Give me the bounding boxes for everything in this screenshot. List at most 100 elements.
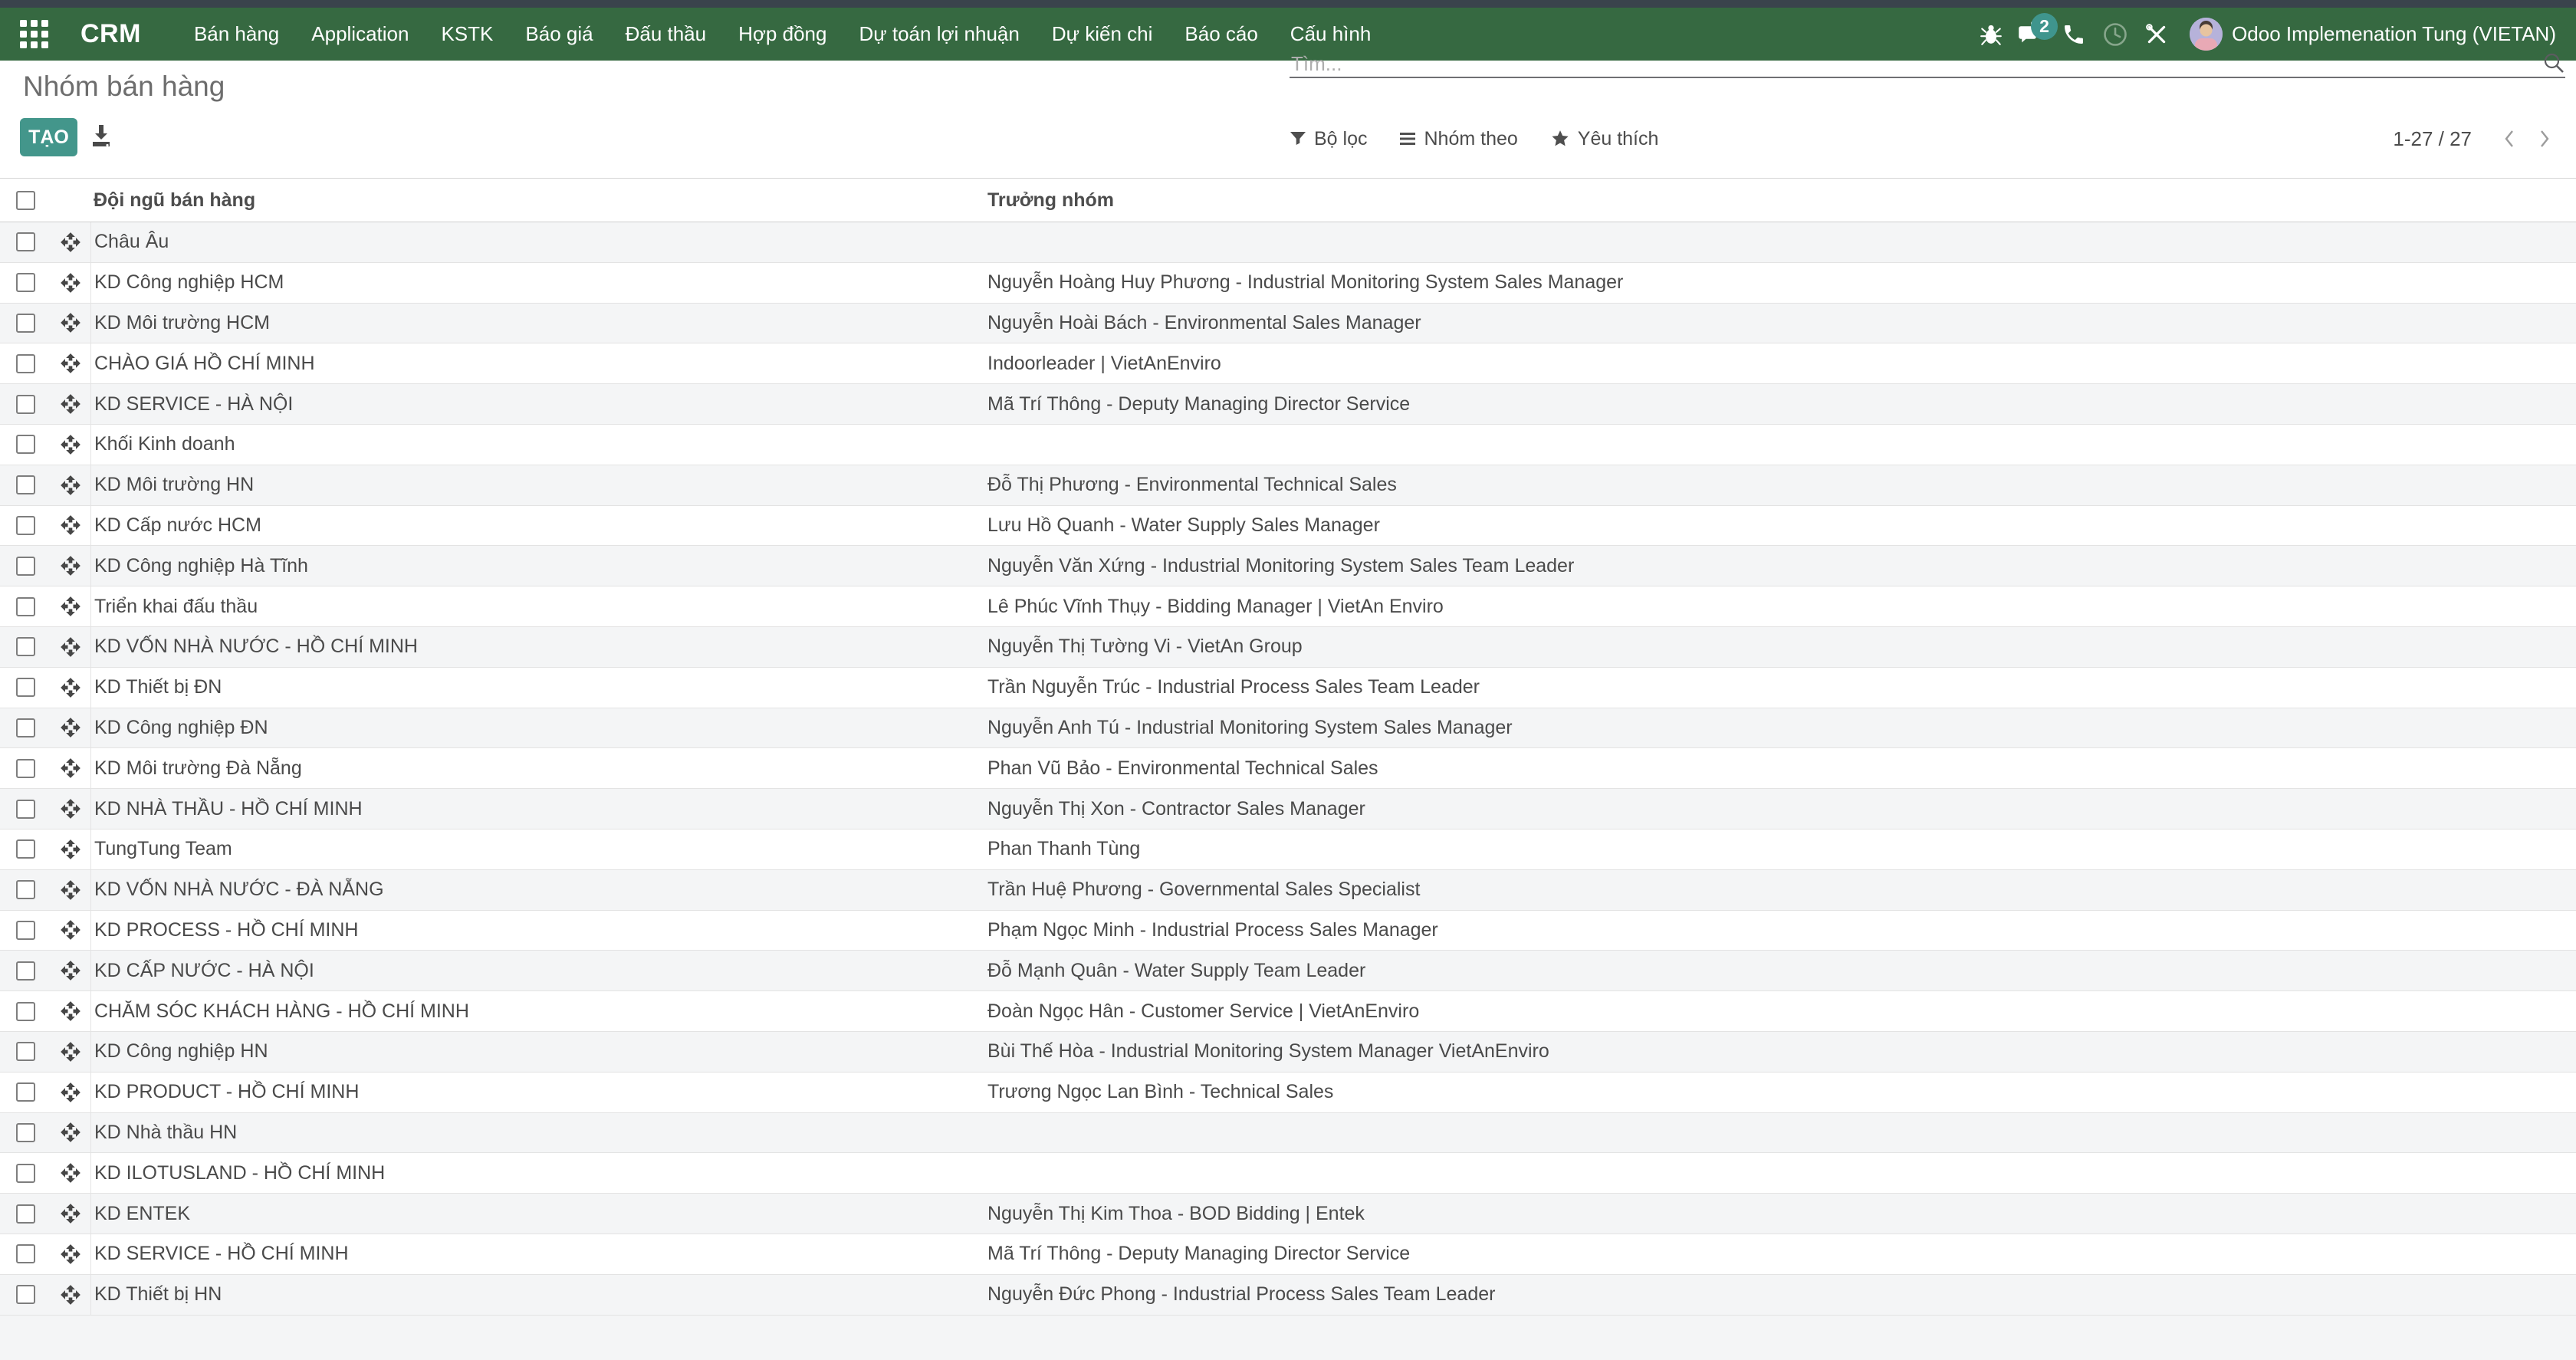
row-checkbox[interactable] — [16, 718, 35, 737]
table-row[interactable]: KD Cấp nước HCM Lưu Hồ Quanh - Water Sup… — [0, 506, 2576, 547]
drag-handle-icon[interactable] — [60, 1162, 81, 1184]
row-checkbox[interactable] — [16, 232, 35, 251]
drag-handle-icon[interactable] — [60, 434, 81, 455]
row-checkbox[interactable] — [16, 1244, 35, 1263]
row-checkbox[interactable] — [16, 475, 35, 494]
row-checkbox[interactable] — [16, 961, 35, 981]
pager-previous-icon[interactable] — [2492, 127, 2527, 150]
row-checkbox[interactable] — [16, 880, 35, 899]
drag-handle-icon[interactable] — [60, 596, 81, 617]
row-checkbox[interactable] — [16, 678, 35, 697]
drag-handle-icon[interactable] — [60, 1000, 81, 1022]
drag-handle-icon[interactable] — [60, 475, 81, 496]
table-row[interactable]: Châu Âu — [0, 222, 2576, 263]
search-icon[interactable] — [2542, 51, 2565, 74]
drag-handle-icon[interactable] — [60, 232, 81, 253]
drag-handle-icon[interactable] — [60, 839, 81, 860]
table-row[interactable]: KD Công nghiệp ĐN Nguyễn Anh Tú - Indust… — [0, 708, 2576, 749]
drag-handle-icon[interactable] — [60, 1041, 81, 1063]
drag-handle-icon[interactable] — [60, 312, 81, 333]
table-row[interactable]: KD SERVICE - HỒ CHÍ MINH Mã Trí Thông - … — [0, 1234, 2576, 1275]
drag-handle-icon[interactable] — [60, 1243, 81, 1265]
table-row[interactable]: KD Môi trường HN Đỗ Thị Phương - Environ… — [0, 465, 2576, 506]
table-row[interactable]: CHÀO GIÁ HỒ CHÍ MINH Indoorleader | Viet… — [0, 343, 2576, 384]
menu-item[interactable]: Báo giá — [509, 8, 609, 61]
table-row[interactable]: KD ILOTUSLAND - HỒ CHÍ MINH — [0, 1153, 2576, 1194]
menu-item[interactable]: Đấu thầu — [610, 8, 723, 61]
row-checkbox[interactable] — [16, 921, 35, 940]
table-row[interactable]: KD Nhà thầu HN — [0, 1113, 2576, 1154]
table-row[interactable]: CHĂM SÓC KHÁCH HÀNG - HỒ CHÍ MINH Đoàn N… — [0, 991, 2576, 1032]
drag-handle-icon[interactable] — [60, 555, 81, 577]
drag-handle-icon[interactable] — [60, 1082, 81, 1103]
create-button[interactable]: TẠO — [20, 118, 77, 156]
drag-handle-icon[interactable] — [60, 393, 81, 415]
drag-handle-icon[interactable] — [60, 677, 81, 698]
table-row[interactable]: KD SERVICE - HÀ NỘI Mã Trí Thông - Deput… — [0, 384, 2576, 425]
table-row[interactable]: KD Công nghiệp HN Bùi Thế Hòa - Industri… — [0, 1032, 2576, 1073]
table-row[interactable]: KD VỐN NHÀ NƯỚC - ĐÀ NẴNG Trần Huệ Phươn… — [0, 870, 2576, 911]
column-header-leader[interactable]: Trưởng nhóm — [987, 179, 2576, 222]
filter-button[interactable]: Bộ lọc — [1290, 128, 1367, 150]
row-checkbox[interactable] — [16, 1164, 35, 1183]
drag-handle-icon[interactable] — [60, 514, 81, 536]
column-header-team[interactable]: Đội ngũ bán hàng — [90, 179, 987, 222]
row-checkbox[interactable] — [16, 516, 35, 535]
group-by-button[interactable]: Nhóm theo — [1399, 128, 1517, 150]
drag-handle-icon[interactable] — [60, 1284, 81, 1306]
row-checkbox[interactable] — [16, 637, 35, 656]
user-name[interactable]: Odoo Implemenation Tung (VIETAN) — [2232, 22, 2556, 46]
table-row[interactable]: TungTung Team Phan Thanh Tùng — [0, 829, 2576, 870]
row-checkbox[interactable] — [16, 354, 35, 373]
menu-item[interactable]: Dự toán lợi nhuận — [843, 8, 1035, 61]
table-row[interactable]: Khối Kinh doanh — [0, 425, 2576, 465]
menu-item[interactable]: Bán hàng — [178, 8, 295, 61]
row-checkbox[interactable] — [16, 435, 35, 454]
drag-handle-icon[interactable] — [60, 1122, 81, 1143]
table-row[interactable]: KD PROCESS - HỒ CHÍ MINH Phạm Ngọc Minh … — [0, 911, 2576, 951]
drag-handle-icon[interactable] — [60, 919, 81, 941]
menu-item[interactable]: Hợp đồng — [722, 8, 843, 61]
app-brand[interactable]: CRM — [80, 19, 141, 49]
row-checkbox[interactable] — [16, 557, 35, 576]
drag-handle-icon[interactable] — [60, 798, 81, 820]
row-checkbox[interactable] — [16, 395, 35, 414]
drag-handle-icon[interactable] — [60, 757, 81, 779]
user-avatar[interactable] — [2190, 18, 2223, 51]
select-all-checkbox[interactable] — [16, 191, 35, 210]
row-checkbox[interactable] — [16, 1042, 35, 1061]
menu-item[interactable]: Dự kiến chi — [1036, 8, 1169, 61]
drag-handle-icon[interactable] — [60, 353, 81, 374]
menu-item[interactable]: KSTK — [425, 8, 509, 61]
drag-handle-icon[interactable] — [60, 636, 81, 658]
apps-grid-icon[interactable] — [20, 20, 48, 48]
row-checkbox[interactable] — [16, 1123, 35, 1142]
pager-next-icon[interactable] — [2527, 127, 2562, 150]
row-checkbox[interactable] — [16, 597, 35, 616]
table-row[interactable]: KD Công nghiệp HCM Nguyễn Hoàng Huy Phươ… — [0, 263, 2576, 304]
table-row[interactable]: KD Thiết bị HN Nguyễn Đức Phong - Indust… — [0, 1275, 2576, 1316]
table-row[interactable]: KD CẤP NƯỚC - HÀ NỘI Đỗ Mạnh Quân - Wate… — [0, 951, 2576, 991]
search-box[interactable]: Tìm... — [1290, 49, 2565, 78]
drag-handle-icon[interactable] — [60, 879, 81, 901]
menu-item[interactable]: Application — [295, 8, 425, 61]
table-row[interactable]: KD Thiết bị ĐN Trần Nguyễn Trúc - Indust… — [0, 668, 2576, 708]
drag-handle-icon[interactable] — [60, 717, 81, 738]
table-row[interactable]: KD PRODUCT - HỒ CHÍ MINH Trương Ngọc Lan… — [0, 1073, 2576, 1113]
row-checkbox[interactable] — [16, 1204, 35, 1224]
favorites-button[interactable]: Yêu thích — [1550, 128, 1659, 150]
row-checkbox[interactable] — [16, 1285, 35, 1304]
table-row[interactable]: KD Môi trường HCM Nguyễn Hoài Bách - Env… — [0, 304, 2576, 344]
table-row[interactable]: KD Công nghiệp Hà Tĩnh Nguyễn Văn Xứng -… — [0, 546, 2576, 586]
drag-handle-icon[interactable] — [60, 1203, 81, 1224]
search-input[interactable]: Tìm... — [1291, 52, 1342, 76]
row-checkbox[interactable] — [16, 800, 35, 819]
drag-handle-icon[interactable] — [60, 960, 81, 981]
download-icon[interactable] — [89, 123, 113, 149]
table-row[interactable]: Triển khai đấu thầu Lê Phúc Vĩnh Thụy - … — [0, 586, 2576, 627]
table-row[interactable]: KD Môi trường Đà Nẵng Phan Vũ Bảo - Envi… — [0, 748, 2576, 789]
row-checkbox[interactable] — [16, 1082, 35, 1102]
row-checkbox[interactable] — [16, 273, 35, 292]
table-row[interactable]: KD ENTEK Nguyễn Thị Kim Thoa - BOD Biddi… — [0, 1194, 2576, 1234]
row-checkbox[interactable] — [16, 1002, 35, 1021]
